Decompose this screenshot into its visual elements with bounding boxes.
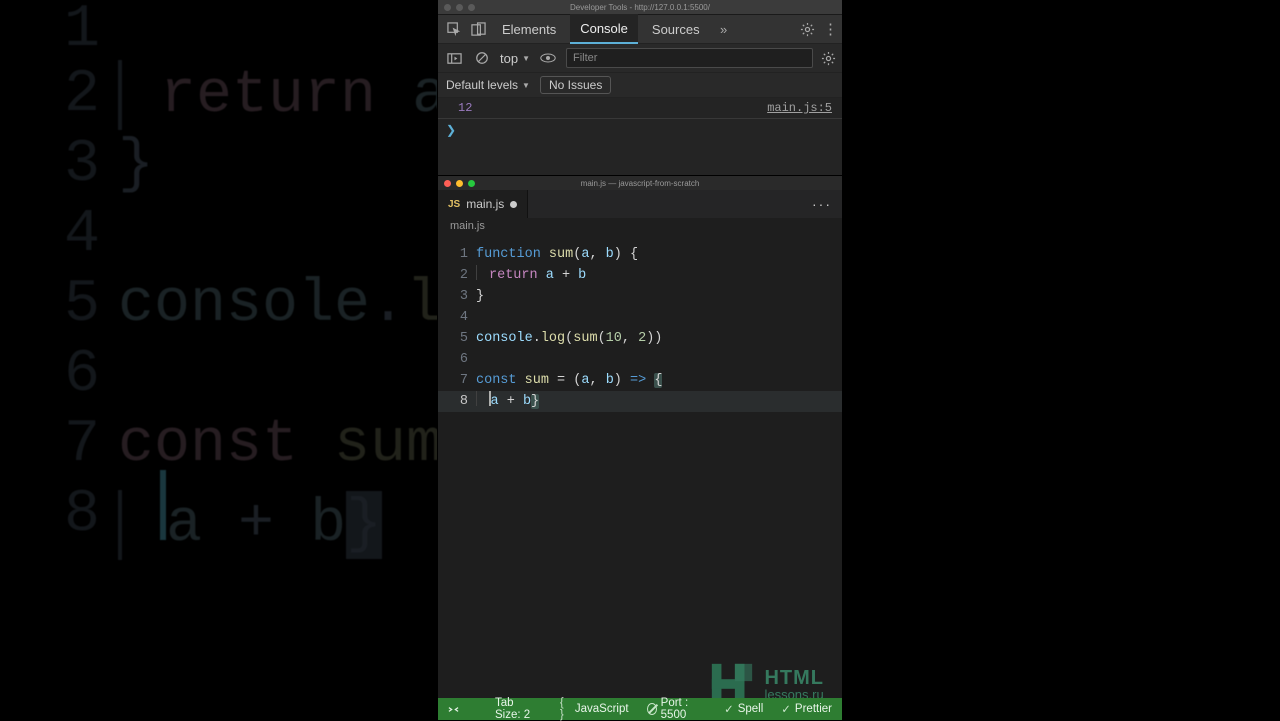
line-number: 8 [438, 391, 476, 412]
line-number: 1 [438, 244, 476, 265]
code-line[interactable]: 1function sum(a, b) { [438, 244, 842, 265]
code-line[interactable]: 5console.log(sum(10, 2)) [438, 328, 842, 349]
logo-text-big: HTML [764, 668, 824, 688]
log-value: 12 [458, 101, 472, 115]
code-content[interactable]: const sum = (a, b) => { [476, 370, 662, 391]
status-language[interactable]: { } JavaScript [560, 697, 629, 721]
filter-input[interactable]: Filter [566, 48, 813, 68]
more-tabs-icon[interactable]: » [714, 19, 734, 39]
vscode-titlebar[interactable]: main.js — javascript-from-scratch [438, 175, 842, 190]
context-select[interactable]: top▼ [500, 51, 530, 66]
editor-more-icon[interactable]: ··· [812, 196, 832, 212]
status-bar: Tab Size: 2 { } JavaScript Port : 5500 ✓… [438, 698, 842, 720]
chevron-down-icon: ▼ [522, 54, 530, 63]
status-spell[interactable]: ✓Spell [724, 702, 763, 716]
code-content[interactable]: function sum(a, b) { [476, 244, 638, 265]
devtools-tabbar: Elements Console Sources » ⋮ [438, 15, 842, 44]
app-stack: Developer Tools - http://127.0.0.1:5500/… [438, 0, 842, 720]
code-line[interactable]: 8a + b} [438, 391, 842, 412]
code-line[interactable]: 4 [438, 307, 842, 328]
code-content[interactable]: a + b} [476, 391, 539, 412]
tab-filename: main.js [466, 197, 504, 211]
code-line[interactable]: 2return a + b [438, 265, 842, 286]
code-content[interactable]: console.log(sum(10, 2)) [476, 328, 662, 349]
editor-tabbar: JS main.js ··· [438, 190, 842, 218]
console-filterbar: Default levels▼ No Issues [438, 73, 842, 98]
line-number: 3 [438, 286, 476, 307]
line-number: 4 [438, 307, 476, 328]
clear-console-icon[interactable] [472, 48, 492, 68]
log-levels-select[interactable]: Default levels▼ [446, 78, 530, 92]
code-line[interactable]: 7const sum = (a, b) => { [438, 370, 842, 391]
devtools-titlebar[interactable]: Developer Tools - http://127.0.0.1:5500/ [438, 0, 842, 15]
sidebar-toggle-icon[interactable] [444, 48, 464, 68]
log-source-link[interactable]: main.js:5 [767, 101, 832, 115]
console-settings-icon[interactable] [821, 51, 836, 66]
status-tabsize[interactable]: Tab Size: 2 [495, 697, 542, 721]
check-icon: ✓ [781, 702, 791, 716]
remote-icon[interactable] [448, 704, 459, 715]
code-line[interactable]: 6 [438, 349, 842, 370]
code-line[interactable]: 3} [438, 286, 842, 307]
tab-console[interactable]: Console [570, 14, 638, 44]
status-port[interactable]: Port : 5500 [647, 697, 706, 721]
gear-icon[interactable] [800, 22, 815, 37]
status-prettier[interactable]: ✓Prettier [781, 702, 832, 716]
code-content[interactable]: } [476, 286, 484, 307]
prompt-caret-icon: ❯ [446, 124, 456, 138]
console-output-row[interactable]: 12 main.js:5 [438, 98, 842, 119]
console-prompt[interactable]: ❯ [438, 119, 842, 175]
line-number: 5 [438, 328, 476, 349]
check-icon: ✓ [724, 702, 734, 716]
dirty-indicator-icon [510, 201, 517, 208]
editor-area[interactable]: 1function sum(a, b) {2return a + b3}45co… [438, 242, 842, 704]
device-toggle-icon[interactable] [468, 19, 488, 39]
js-icon: JS [448, 199, 460, 210]
line-number: 7 [438, 370, 476, 391]
editor-tab-mainjs[interactable]: JS main.js [438, 190, 528, 218]
breadcrumb[interactable]: main.js [438, 218, 842, 242]
live-expression-icon[interactable] [538, 48, 558, 68]
issues-button[interactable]: No Issues [540, 76, 611, 94]
tab-elements[interactable]: Elements [492, 15, 566, 43]
vscode-title: main.js — javascript-from-scratch [438, 179, 842, 188]
tab-sources[interactable]: Sources [642, 15, 710, 43]
console-toolbar: top▼ Filter [438, 44, 842, 73]
chevron-down-icon: ▼ [522, 81, 530, 90]
line-number: 2 [438, 265, 476, 286]
broadcast-icon [647, 703, 657, 715]
line-number: 6 [438, 349, 476, 370]
code-content[interactable]: return a + b [476, 265, 586, 286]
kebab-icon[interactable]: ⋮ [823, 22, 838, 37]
inspect-icon[interactable] [444, 19, 464, 39]
devtools-title: Developer Tools - http://127.0.0.1:5500/ [438, 3, 842, 12]
